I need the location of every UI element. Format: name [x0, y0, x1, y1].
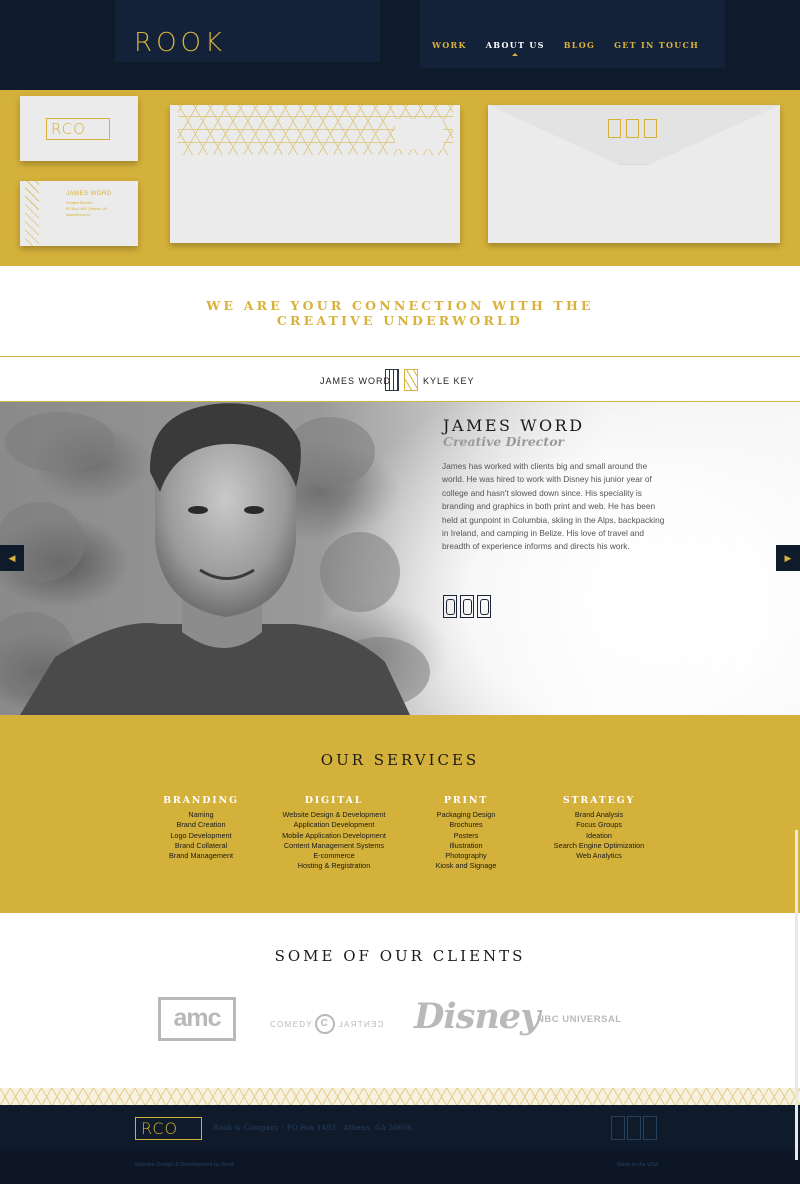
service-heading: DIGITAL	[304, 795, 364, 806]
service-item: Posters	[453, 830, 479, 840]
profile-icons	[443, 595, 491, 618]
footer-bookmark-icon[interactable]	[643, 1116, 657, 1140]
client-logo-comedy-central: COMEDY C CENTRAL	[270, 1014, 383, 1034]
portrait-photo	[0, 403, 430, 715]
service-item: Mobile Application Development	[282, 830, 386, 840]
service-item: Hosting & Registration	[297, 861, 371, 871]
mark-icon	[608, 119, 621, 138]
team-profile: JAMES WORD Creative Director James has w…	[0, 402, 800, 715]
service-item: E-commerce	[313, 851, 355, 861]
service-item: Brand Creation	[176, 820, 226, 830]
card-name: JAMES WORD	[66, 191, 112, 197]
footer-logo[interactable]: RCO	[135, 1117, 202, 1140]
right-eye	[244, 506, 264, 514]
central-word: CENTRAL	[336, 1019, 384, 1029]
profile-name: JAMES WORD	[443, 416, 585, 435]
footer-feather-icon[interactable]	[627, 1116, 641, 1140]
service-item: Photography	[445, 851, 487, 861]
footer-icons	[611, 1116, 657, 1140]
team-member-james[interactable]: JAMES WORD	[320, 376, 391, 386]
envelope	[488, 105, 780, 243]
services-title: OUR SERVICES	[320, 751, 480, 769]
services-section: OUR SERVICES BRANDING Naming Brand Creat…	[0, 715, 800, 913]
service-item: Application Development	[293, 820, 375, 830]
service-item: Packaging Design	[436, 810, 496, 819]
card-email: james@rook.co	[66, 213, 91, 217]
service-item: Ideation	[586, 830, 612, 840]
tagline-line-1: WE ARE YOUR CONNECTION WITH THE	[206, 298, 594, 313]
service-column-digital: DIGITAL Website Design & Development App…	[270, 795, 398, 872]
client-logo-amc: amc	[158, 997, 236, 1041]
service-column-print: PRINT Packaging Design Brochures Posters…	[420, 795, 512, 872]
footer-address: Rook & Company · PO Box 1493 · Athens, G…	[213, 1124, 413, 1132]
nav-about-us[interactable]: ABOUT US	[486, 40, 545, 56]
service-heading: STRATEGY	[562, 795, 636, 806]
service-heading: BRANDING	[163, 795, 239, 806]
next-arrow-button[interactable]: ▶	[776, 545, 800, 571]
comedy-central-mark-icon: C	[314, 1014, 335, 1034]
site-logo[interactable]: ROOK	[134, 28, 226, 58]
footer-made-in: Made in the USA	[617, 1162, 659, 1168]
service-item: Web Analytics	[576, 851, 622, 861]
team-switcher: JAMES WORD KYLE KEY	[0, 356, 800, 402]
business-card-front: RCO	[20, 96, 138, 161]
card-details: Creative Director PO Box 1493 | Athens, …	[66, 200, 107, 218]
card-logo: RCO	[46, 118, 110, 140]
bookmark-icon[interactable]	[477, 595, 491, 618]
tagline-line-2: CREATIVE UNDERWORLD	[276, 313, 524, 328]
feather-icon[interactable]	[460, 595, 474, 618]
service-item: Illustration	[449, 840, 483, 850]
service-item: Search Engine Optimization	[553, 840, 645, 850]
site-footer: RCO Rook & Company · PO Box 1493 · Athen…	[0, 1105, 800, 1184]
service-heading: PRINT	[443, 795, 489, 806]
service-item: Naming	[188, 810, 214, 819]
tagline: WE ARE YOUR CONNECTION WITH THE CREATIVE…	[0, 298, 800, 328]
service-item: Brand Collateral	[174, 840, 228, 850]
main-nav: WORK ABOUT US BLOG GET IN TOUCH	[432, 40, 699, 56]
letterhead	[170, 105, 460, 243]
mark-icon	[626, 119, 639, 138]
profile-bio: James has worked with clients big and sm…	[442, 461, 665, 552]
letterhead-window	[395, 119, 443, 149]
service-item: Brand Analysis	[574, 810, 624, 819]
service-column-strategy: STRATEGY Brand Analysis Focus Groups Ide…	[538, 795, 660, 861]
scrollbar-thumb[interactable]	[795, 830, 798, 1160]
footer-pattern-strip	[0, 1088, 800, 1105]
service-item: Content Management Systems	[283, 840, 385, 850]
footer-lower-bar	[0, 1149, 800, 1184]
client-logo-disney: Disney	[414, 996, 540, 1037]
service-item: Focus Groups	[576, 820, 622, 830]
team-member-kyle[interactable]: KYLE KEY	[423, 376, 475, 386]
business-card-back: JAMES WORD Creative Director PO Box 1493…	[20, 181, 138, 246]
header-panel-right	[420, 0, 725, 68]
clients-title: SOME OF OUR CLIENTS	[274, 947, 526, 965]
service-item: Logo Development	[170, 830, 232, 840]
nav-get-in-touch[interactable]: GET IN TOUCH	[614, 40, 699, 50]
mark-icon	[644, 119, 657, 138]
footer-credit: Website Design & Development by Rook	[135, 1162, 235, 1168]
nav-blog[interactable]: BLOG	[564, 40, 595, 50]
service-item: Brand Management	[168, 851, 234, 861]
envelope-marks	[608, 119, 657, 138]
service-item: Brochures	[449, 820, 483, 830]
client-logo-nbc-universal: NBC UNIVERSAL	[537, 1014, 622, 1025]
service-item: Website Design & Development	[282, 810, 386, 819]
team-icon-james[interactable]	[385, 369, 399, 391]
service-item: Kiosk and Signage	[435, 861, 497, 871]
service-column-branding: BRANDING Naming Brand Creation Logo Deve…	[145, 795, 257, 861]
footer-dribbble-icon[interactable]	[611, 1116, 625, 1140]
site-header: ROOK WORK ABOUT US BLOG GET IN TOUCH	[0, 0, 800, 90]
dribbble-icon[interactable]	[443, 595, 457, 618]
stationery-showcase: RCO JAMES WORD Creative Director PO Box …	[0, 90, 800, 266]
comedy-word: COMEDY	[270, 1019, 313, 1029]
team-icon-kyle[interactable]	[404, 369, 418, 391]
nav-work[interactable]: WORK	[432, 40, 467, 50]
card-pattern-stripe	[25, 181, 39, 246]
prev-arrow-button[interactable]: ◀	[0, 545, 24, 571]
profile-role: Creative Director	[443, 434, 565, 449]
left-eye	[188, 506, 208, 514]
